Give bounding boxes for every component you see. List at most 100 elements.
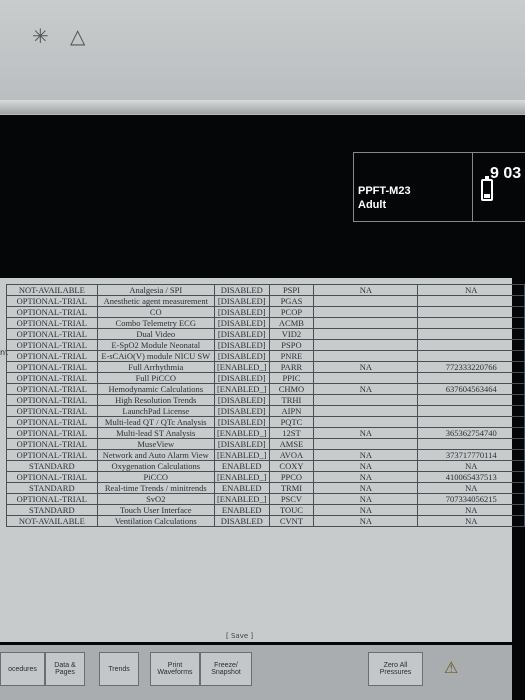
table-cell-na2: NA (417, 482, 525, 494)
table-cell-state: ENABLED (213, 460, 270, 472)
table-row: NOT-AVAILABLE Ventilation Calculations DIS… (6, 515, 525, 527)
table-row: OPTIONAL-TRIAL E-SpO2 Module Neonatal [DIS… (6, 339, 525, 351)
tab-print-waveforms[interactable]: Print Waveforms (150, 652, 200, 686)
tab-freeze-snapshot[interactable]: Freeze/ Snapshot (200, 652, 252, 686)
table-cell-status: OPTIONAL-TRIAL (6, 405, 98, 417)
table-cell-na1: NA (313, 493, 419, 505)
table-cell-na1 (313, 306, 419, 318)
patient-info-box[interactable]: PPFT-M23 Adult (353, 152, 473, 222)
table-row: OPTIONAL-TRIAL Network and Auto Alarm Vie… (6, 449, 525, 461)
table-cell-code: TRHI (268, 394, 315, 406)
table-cell-na1: NA (313, 427, 419, 439)
alarm-icon[interactable]: ⚠ (444, 658, 458, 677)
table-cell-feature: Hemodynamic Calculations (96, 383, 215, 395)
patient-category: Adult (358, 199, 387, 211)
table-cell-status: STANDARD (6, 460, 98, 472)
table-cell-status: OPTIONAL-TRIAL (6, 493, 98, 505)
table-row: OPTIONAL-TRIAL Multi-lead QT / QTc Analys… (6, 416, 525, 428)
table-cell-na2 (417, 306, 525, 318)
table-cell-code: CVNT (268, 515, 315, 527)
table-cell-na2 (417, 339, 525, 351)
battery-status (473, 152, 525, 222)
table-cell-code: PCOP (268, 306, 315, 318)
alarm-silence-icon[interactable]: ✳ (32, 24, 49, 48)
tab-zero-all-pressures[interactable]: Zero All Pressures (368, 652, 423, 686)
table-cell-na1 (313, 328, 419, 340)
table-cell-na1: NA (313, 471, 419, 483)
table-cell-na1 (313, 405, 419, 417)
table-cell-na1 (313, 295, 419, 307)
table-cell-na1 (313, 372, 419, 384)
table-cell-status: STANDARD (6, 504, 98, 516)
table-cell-state: [DISABLED] (213, 350, 270, 362)
table-cell-na1: NA (313, 460, 419, 472)
table-cell-na2 (417, 317, 525, 329)
table-cell-state: [DISABLED] (213, 438, 270, 450)
tab-trends[interactable]: Trends (99, 652, 139, 686)
table-cell-code: PARR (268, 361, 315, 373)
table-cell-status: OPTIONAL-TRIAL (6, 339, 98, 351)
table-cell-status: OPTIONAL-TRIAL (6, 306, 98, 318)
table-cell-na2: 772333220766 (417, 361, 525, 373)
table-cell-feature: Combo Telemetry ECG (96, 317, 215, 329)
table-cell-state: DISABLED (213, 515, 270, 527)
table-row: OPTIONAL-TRIAL SvO2 [ENABLED_] PSCV NA 707334… (6, 493, 525, 505)
table-cell-na1 (313, 339, 419, 351)
table-cell-feature: Oxygenation Calculations (96, 460, 215, 472)
table-cell-status: OPTIONAL-TRIAL (6, 383, 98, 395)
table-row: OPTIONAL-TRIAL LaunchPad License [DISABLED… (6, 405, 525, 417)
table-cell-na2: 373717770114 (417, 449, 525, 461)
table-cell-na2 (417, 295, 525, 307)
table-cell-code: COXY (268, 460, 315, 472)
table-cell-feature: Dual Video (96, 328, 215, 340)
table-cell-na1 (313, 416, 419, 428)
table-cell-status: OPTIONAL-TRIAL (6, 427, 98, 439)
table-cell-na2: NA (417, 504, 525, 516)
table-row: OPTIONAL-TRIAL Combo Telemetry ECG [DISABL… (6, 317, 525, 329)
table-cell-status: OPTIONAL-TRIAL (6, 416, 98, 428)
table-cell-feature: Full PiCCO (96, 372, 215, 384)
table-cell-state: ENABLED (213, 504, 270, 516)
table-cell-code: PNRE (268, 350, 315, 362)
table-cell-status: OPTIONAL-TRIAL (6, 317, 98, 329)
table-cell-feature: E-SpO2 Module Neonatal (96, 339, 215, 351)
table-cell-feature: Network and Auto Alarm View (96, 449, 215, 461)
table-row: NOT-AVAILABLE Analgesia / SPI DISABLED PSPI… (6, 284, 525, 296)
table-cell-na1 (313, 438, 419, 450)
table-row: OPTIONAL-TRIAL Multi-lead ST Analysis [ENA… (6, 427, 525, 439)
table-cell-state: DISABLED (213, 284, 270, 296)
table-cell-feature: Full Arrhythmia (96, 361, 215, 373)
save-button[interactable]: [ Save ] (226, 632, 253, 640)
table-cell-state: [DISABLED] (213, 416, 270, 428)
table-cell-state: [DISABLED] (213, 394, 270, 406)
table-row: STANDARD Oxygenation Calculations ENABLED C… (6, 460, 525, 472)
table-cell-code: TRMI (268, 482, 315, 494)
table-row: OPTIONAL-TRIAL Anesthetic agent measureme… (6, 295, 525, 307)
table-cell-na1 (313, 394, 419, 406)
tab-procedures[interactable]: ocedures (0, 652, 45, 686)
table-cell-code: PPIC (268, 372, 315, 384)
table-cell-na1: NA (313, 284, 419, 296)
warning-triangle-icon[interactable]: △ (70, 24, 85, 48)
table-cell-na2: 707334056215 (417, 493, 525, 505)
table-cell-state: [ENABLED_] (213, 361, 270, 373)
table-cell-state: [DISABLED] (213, 372, 270, 384)
table-cell-state: [DISABLED] (213, 295, 270, 307)
table-row: OPTIONAL-TRIAL MuseView [DISABLED] AMSE (6, 438, 525, 450)
table-cell-na2: 410065437513 (417, 471, 525, 483)
table-cell-status: OPTIONAL-TRIAL (6, 394, 98, 406)
bezel-edge (0, 100, 525, 114)
license-table: NOT-AVAILABLE Analgesia / SPI DISABLED PSPI… (6, 284, 525, 527)
table-cell-code: 12ST (268, 427, 315, 439)
table-cell-na1 (313, 317, 419, 329)
table-cell-status: OPTIONAL-TRIAL (6, 449, 98, 461)
table-cell-code: PGAS (268, 295, 315, 307)
table-cell-feature: CO (96, 306, 215, 318)
table-cell-na1: NA (313, 449, 419, 461)
table-cell-state: [ENABLED_] (213, 493, 270, 505)
table-cell-code: PSPO (268, 339, 315, 351)
tab-data-pages[interactable]: Data & Pages (45, 652, 85, 686)
table-cell-status: OPTIONAL-TRIAL (6, 328, 98, 340)
monitor-bezel (0, 0, 525, 115)
table-cell-feature: Analgesia / SPI (96, 284, 215, 296)
